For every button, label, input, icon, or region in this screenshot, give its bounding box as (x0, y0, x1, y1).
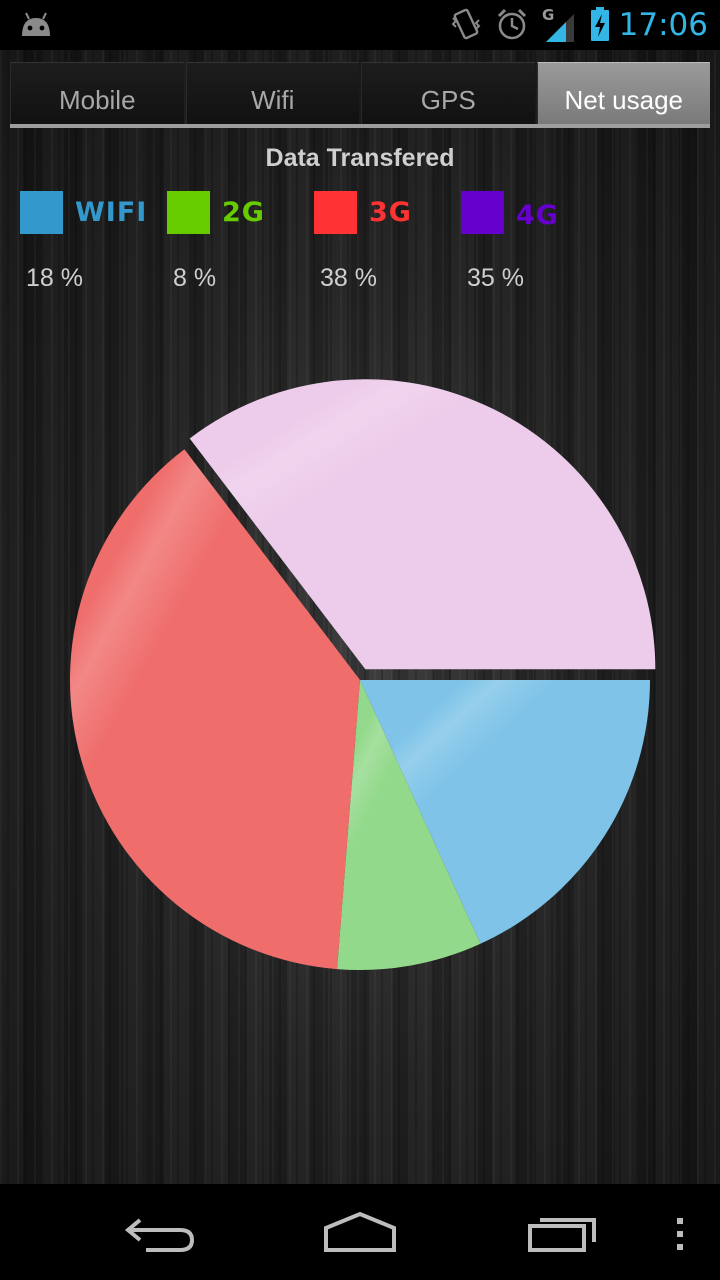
legend-swatch-3g (314, 190, 357, 234)
alarm-icon (496, 7, 528, 46)
legend-swatch-wifi (20, 190, 63, 234)
value-label-3g: 38 % (320, 264, 377, 292)
status-bar: G 17:06 (0, 0, 720, 50)
status-icons: G (450, 6, 610, 46)
legend-item-2g: 2G (167, 190, 265, 234)
legend-label-3g: 3G (369, 196, 412, 228)
menu-icon[interactable] (674, 1218, 686, 1257)
clock: 17:06 (618, 7, 708, 43)
navigation-bar (0, 1184, 720, 1280)
legend-item-3g: 3G (314, 190, 412, 234)
tab-wifi[interactable]: Wifi (185, 62, 359, 124)
value-label-wifi: 18 % (26, 264, 83, 292)
back-icon[interactable] (122, 1210, 198, 1259)
content-area: Mobile Wifi GPS Net usage Data Transfere… (0, 50, 720, 1184)
tab-gps[interactable]: GPS (361, 62, 535, 124)
legend-swatch-2g (167, 190, 210, 234)
legend-label-wifi: WIFI (75, 196, 148, 228)
home-icon[interactable] (322, 1210, 398, 1259)
battery-charging-icon (590, 6, 610, 47)
legend-item-wifi: WIFI (20, 190, 147, 234)
screen: G 17:06 Mobile Wifi GPS Net usage Data T… (0, 0, 720, 1280)
tab-mobile[interactable]: Mobile (10, 62, 184, 124)
value-label-2g: 8 % (173, 264, 217, 292)
tab-underline (10, 124, 710, 128)
vibrate-icon (450, 6, 482, 47)
pie-chart (40, 360, 680, 1000)
legend-item-4g: 4G (461, 190, 559, 234)
signal-icon: G (542, 6, 576, 44)
value-label-4g: 35 % (467, 264, 524, 292)
legend-label-2g: 2G (222, 196, 265, 228)
tab-net-usage[interactable]: Net usage (536, 62, 710, 124)
recent-apps-icon[interactable] (524, 1210, 600, 1259)
chart-title: Data Transfered (265, 144, 455, 172)
android-icon (18, 10, 54, 43)
pie-chart-svg (69, 379, 656, 970)
tab-bar: Mobile Wifi GPS Net usage (10, 62, 710, 128)
legend-label-4g: 4G (516, 199, 559, 231)
legend-swatch-4g (461, 190, 504, 234)
